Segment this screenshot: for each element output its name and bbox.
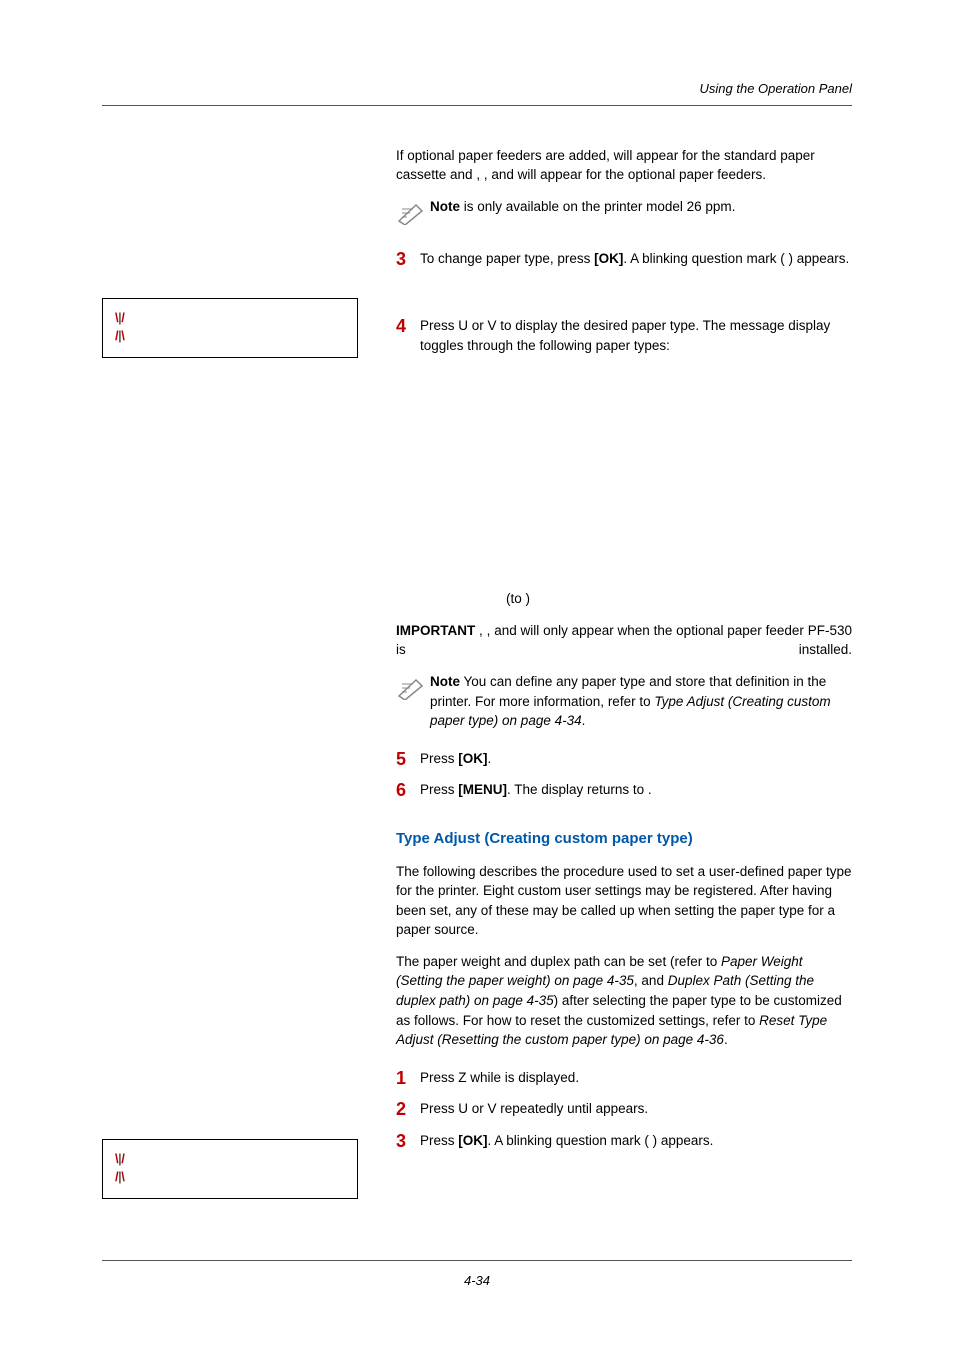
to-8-text: (to ) — [506, 589, 852, 609]
down-icon: V — [488, 1101, 497, 1116]
text: Press — [420, 782, 458, 797]
text: is displayed. — [505, 1070, 579, 1085]
note-text: is only available on the printer model 2… — [460, 199, 735, 214]
step-5-body: Press [OK]. — [420, 749, 852, 769]
note-icon — [396, 199, 426, 231]
text: and — [494, 623, 520, 638]
important-label: IMPORTANT — [396, 623, 475, 638]
intro-paragraph: If optional paper feeders are added, wil… — [396, 146, 852, 185]
text: or — [468, 1101, 488, 1116]
text: Press — [420, 318, 458, 333]
b-step-number-1: 1 — [396, 1068, 420, 1090]
lcd-display-2: \ | / / | \ — [102, 1139, 358, 1199]
step-number-4: 4 — [396, 316, 420, 338]
step-4-body: Press U or V to display the desired pape… — [420, 316, 852, 355]
up-icon: U — [458, 1101, 468, 1116]
text: , — [476, 167, 484, 182]
b-step-3-body: Press [OK]. A blinking question mark ( )… — [420, 1131, 852, 1151]
text: repeatedly until — [497, 1101, 596, 1116]
text: , — [475, 623, 486, 638]
text: . A blinking question mark ( ) appears. — [623, 251, 849, 266]
step-6-body: Press [MENU]. The display returns to . — [420, 780, 852, 800]
footer-rule — [102, 1260, 852, 1261]
dot: . — [648, 782, 652, 797]
step-number-3: 3 — [396, 249, 420, 271]
note-label: Note — [430, 199, 460, 214]
dot: . — [582, 713, 586, 728]
dot: . — [488, 751, 492, 766]
text: while — [467, 1070, 505, 1085]
header-rule — [102, 105, 852, 106]
text: The paper weight and duplex path can be … — [396, 954, 721, 969]
up-icon: U — [458, 318, 468, 333]
note-block-1: Note is only available on the printer mo… — [396, 197, 852, 231]
ok-key: [OK] — [594, 251, 623, 266]
note-block-2: Note You can define any paper type and s… — [396, 672, 852, 731]
b-step-2-body: Press U or V repeatedly until appears. — [420, 1099, 852, 1119]
note-icon — [396, 674, 426, 706]
body-paragraph-1: The following describes the procedure us… — [396, 862, 852, 940]
text: . A blinking question mark ( ) appears. — [488, 1133, 714, 1148]
b-step-1-body: Press Z while is displayed. — [420, 1068, 852, 1088]
step-number-5: 5 — [396, 749, 420, 771]
important-block: IMPORTANT , , and will only appear when … — [396, 621, 852, 660]
down-icon: V — [488, 318, 497, 333]
right-icon: Z — [458, 1070, 466, 1085]
ok-key: [OK] — [458, 1133, 487, 1148]
menu-key: [MENU] — [458, 782, 507, 797]
text: To change paper type, press — [420, 251, 594, 266]
step-3-body: To change paper type, press [OK]. A blin… — [420, 249, 852, 269]
subheading-type-adjust: Type Adjust (Creating custom paper type) — [396, 828, 852, 850]
step-number-6: 6 — [396, 780, 420, 802]
running-header: Using the Operation Panel — [102, 80, 852, 99]
text: . The display returns to — [507, 782, 648, 797]
text: appears. — [596, 1101, 649, 1116]
text: Press — [420, 1070, 458, 1085]
text: or — [468, 318, 488, 333]
text: Press — [420, 1101, 458, 1116]
ok-key: [OK] — [458, 751, 487, 766]
note-label: Note — [430, 674, 460, 689]
text: will appear for the optional paper feede… — [518, 167, 766, 182]
body-paragraph-2: The paper weight and duplex path can be … — [396, 952, 852, 1050]
text: . — [724, 1032, 728, 1047]
text: Press — [420, 751, 458, 766]
text: , and — [484, 167, 518, 182]
b-step-number-2: 2 — [396, 1099, 420, 1121]
b-step-number-3: 3 — [396, 1131, 420, 1153]
text: Press — [420, 1133, 458, 1148]
page-number: 4-34 — [464, 1273, 490, 1288]
text: , and — [634, 973, 668, 988]
lcd-display-1: \ | / / | \ — [102, 298, 358, 358]
text: If optional paper feeders are added, — [396, 148, 614, 163]
